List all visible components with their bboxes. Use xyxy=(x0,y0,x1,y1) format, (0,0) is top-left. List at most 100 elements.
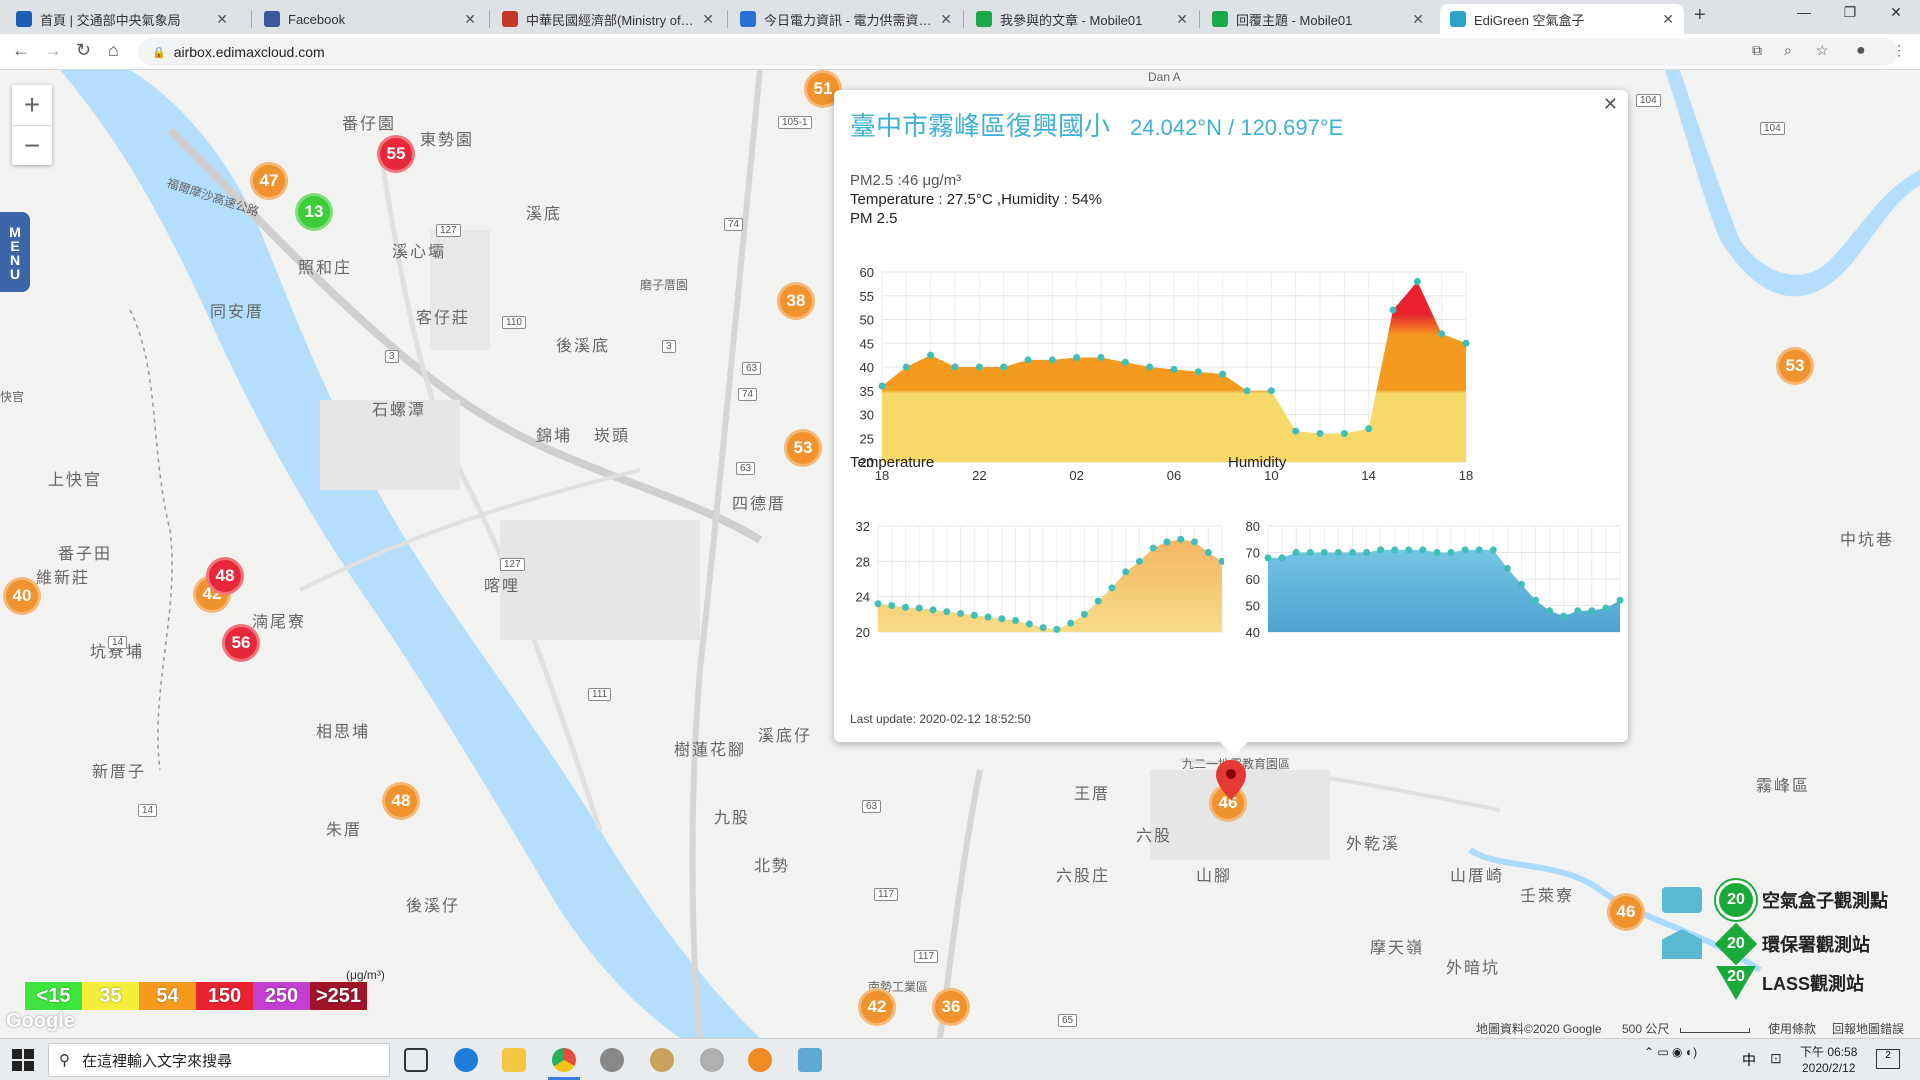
map-canvas[interactable]: 番仔園 東勢園 溪底 溪心壩 照和庄 同安厝 客仔莊 後溪底 石螺潭 錦埔 崁頭 上快官 番子田 維新莊坑… xyxy=(0,70,1920,1038)
place-label: 北勢 xyxy=(754,858,791,875)
place-label: 溪心壩 xyxy=(392,244,447,261)
data-point xyxy=(1170,365,1178,373)
browser-tab[interactable]: EdiGreen 空氣盒子 ✕ xyxy=(1440,4,1684,34)
data-point xyxy=(1121,358,1129,366)
airbox-marker[interactable]: 36 xyxy=(932,988,970,1026)
translate-icon[interactable]: ⧉ xyxy=(1752,42,1762,59)
legend-airbox-row[interactable]: 20 空氣盒子觀測點 xyxy=(1662,880,1888,920)
browser-tab[interactable]: Facebook ✕ xyxy=(254,4,486,34)
close-window-button[interactable]: ✕ xyxy=(1876,4,1916,21)
system-clock[interactable]: 下午 06:58 2020/2/12 xyxy=(1800,1044,1857,1076)
airbox-marker[interactable]: 48 xyxy=(382,782,420,820)
data-point xyxy=(927,351,935,359)
app-icon-2[interactable] xyxy=(650,1048,674,1072)
tab-close-icon[interactable]: ✕ xyxy=(940,11,952,28)
data-point xyxy=(1348,549,1356,556)
notification-icon[interactable]: 2 xyxy=(1876,1049,1900,1069)
data-point xyxy=(957,609,965,617)
temperature-chart-title: Temperature xyxy=(850,454,935,471)
terms-link[interactable]: 使用條款 xyxy=(1768,1020,1816,1037)
y-tick-label: 28 xyxy=(856,554,870,569)
back-icon[interactable]: ← xyxy=(12,40,30,61)
airbox-marker[interactable]: 46 xyxy=(1607,893,1645,931)
map-attribution: 地圖資料©2020 Google xyxy=(1476,1022,1602,1036)
zoom-in-button[interactable]: + xyxy=(12,85,52,125)
bookmark-star-icon[interactable]: ☆ xyxy=(1816,42,1829,59)
route-shield: 63 xyxy=(742,362,762,375)
zoom-icon[interactable]: ⌕ xyxy=(1784,42,1792,59)
data-point xyxy=(1204,549,1212,556)
y-tick-label: 32 xyxy=(856,519,870,534)
data-point xyxy=(1097,354,1105,361)
airbox-marker[interactable]: 53 xyxy=(784,429,822,467)
ime-indicator[interactable]: 中 xyxy=(1742,1050,1756,1070)
zoom-out-button[interactable]: − xyxy=(12,126,52,166)
airbox-marker[interactable]: 56 xyxy=(222,624,260,662)
data-point xyxy=(1334,549,1342,556)
more-menu-icon[interactable]: ⋮ xyxy=(1892,42,1906,59)
place-label: 後溪底 xyxy=(556,338,611,355)
report-error-link[interactable]: 回報地圖錯誤 xyxy=(1832,1020,1904,1037)
data-point xyxy=(1365,425,1373,433)
airbox-marker[interactable]: 55 xyxy=(377,135,415,173)
app-icon-3[interactable] xyxy=(700,1048,724,1072)
app-icon-4[interactable] xyxy=(798,1048,822,1072)
chrome-icon[interactable] xyxy=(552,1048,576,1072)
file-explorer-icon[interactable] xyxy=(502,1048,526,1072)
tab-close-icon[interactable]: ✕ xyxy=(1412,11,1424,28)
data-point xyxy=(975,363,983,371)
new-tab-button[interactable]: + xyxy=(1694,4,1706,27)
maximize-button[interactable]: ❐ xyxy=(1830,4,1870,21)
browser-tab[interactable]: 今日電力資訊 - 電力供需資訊 - 雷 ✕ xyxy=(730,4,962,34)
browser-tab[interactable]: 回覆主題 - Mobile01 ✕ xyxy=(1202,4,1434,34)
data-point xyxy=(1462,339,1470,347)
profile-icon[interactable]: ● xyxy=(1856,42,1866,60)
data-point xyxy=(1067,619,1075,627)
edge-browser-icon[interactable] xyxy=(454,1048,478,1072)
airbox-marker[interactable]: 40 xyxy=(3,577,41,615)
legend-lass-row[interactable]: 20 LASS觀測站 xyxy=(1716,966,1864,1000)
tab-close-icon[interactable]: ✕ xyxy=(702,11,714,28)
google-logo: Google xyxy=(6,1010,75,1032)
y-tick-label: 40 xyxy=(860,360,874,375)
tab-close-icon[interactable]: ✕ xyxy=(1176,11,1188,28)
taskbar-search-box[interactable]: ⚲ 在這裡輸入文字來搜尋 xyxy=(48,1043,390,1077)
system-tray-icons[interactable]: ⌃ ▭ ◉ ◐) xyxy=(1644,1045,1697,1059)
forward-icon[interactable]: → xyxy=(44,40,62,61)
browser-tab[interactable]: 我參與的文章 - Mobile01 ✕ xyxy=(966,4,1198,34)
tab-close-icon[interactable]: ✕ xyxy=(464,11,476,28)
keyboard-layout-icon[interactable]: ⊡ xyxy=(1770,1050,1782,1067)
legend-epa-row[interactable]: 20 環保署觀測站 xyxy=(1662,922,1870,966)
address-bar[interactable]: 🔒 airbox.edimaxcloud.com xyxy=(138,38,1898,66)
legend-level: <15 xyxy=(25,982,82,1010)
airbox-marker[interactable]: 13 xyxy=(295,193,333,231)
browser-tab[interactable]: 首頁 | 交通部中央氣象局 ✕ xyxy=(6,4,238,34)
home-icon[interactable]: ⌂ xyxy=(108,40,119,61)
tab-close-icon[interactable]: ✕ xyxy=(1662,11,1674,28)
app-icon-1[interactable] xyxy=(600,1048,624,1072)
data-point xyxy=(1149,544,1157,552)
route-shield: 3 xyxy=(385,350,399,363)
minimize-button[interactable]: — xyxy=(1784,4,1824,20)
pm25-chart: 20253035404550556018 22 02 06 10 14 18 xyxy=(860,265,1474,482)
windows-start-icon[interactable] xyxy=(12,1049,34,1071)
series-area xyxy=(878,539,1222,632)
browser-tab[interactable]: 中華民國經濟部(Ministry of Eco ✕ xyxy=(492,4,724,34)
airbox-marker[interactable]: 42 xyxy=(858,988,896,1026)
tab-separator xyxy=(489,10,490,28)
close-icon[interactable]: ✕ xyxy=(1603,94,1618,115)
tab-close-icon[interactable]: ✕ xyxy=(216,11,228,28)
route-shield: 63 xyxy=(736,462,756,475)
airbox-marker[interactable]: 47 xyxy=(250,162,288,200)
blender-icon[interactable] xyxy=(748,1048,772,1072)
airbox-marker[interactable]: 48 xyxy=(206,557,244,595)
menu-tab[interactable]: MENU xyxy=(0,212,30,292)
reload-icon[interactable]: ↻ xyxy=(76,40,91,61)
task-view-icon[interactable] xyxy=(404,1048,428,1072)
data-point xyxy=(1517,580,1525,588)
airbox-count-badge: 20 xyxy=(1716,880,1756,920)
y-tick-label: 35 xyxy=(860,384,874,399)
airbox-marker[interactable]: 53 xyxy=(1776,347,1814,385)
airbox-marker[interactable]: 38 xyxy=(777,282,815,320)
selected-location-pin-icon[interactable] xyxy=(1216,760,1246,800)
